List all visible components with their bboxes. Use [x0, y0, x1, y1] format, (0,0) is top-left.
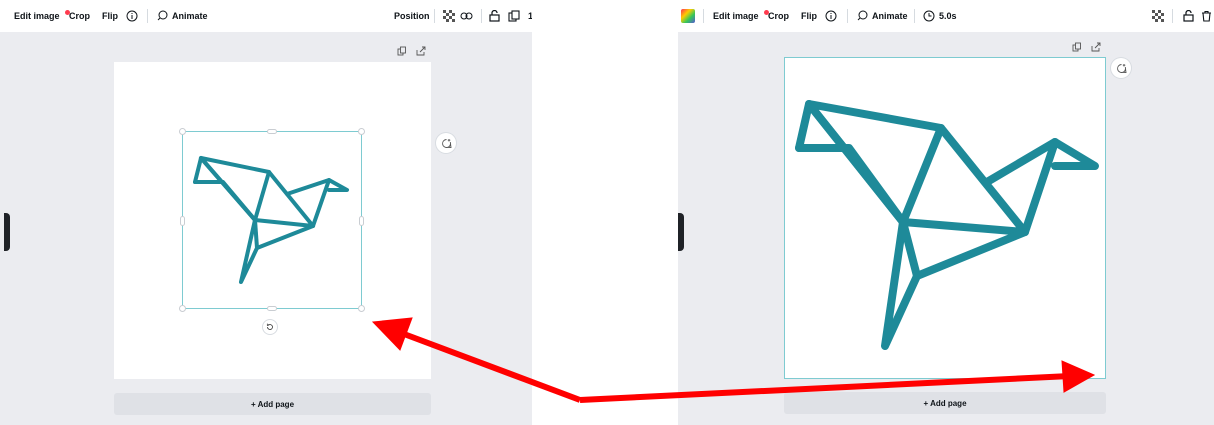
- animate-label: Animate: [872, 11, 908, 21]
- info-icon: [126, 10, 138, 22]
- toolbar-right: Edit image Crop Flip Animate 5.0s: [678, 0, 1214, 32]
- flip-button[interactable]: Flip: [801, 0, 817, 32]
- position-button[interactable]: Position: [394, 0, 430, 32]
- resize-handle-right[interactable]: [359, 216, 364, 226]
- color-picker-icon: [681, 9, 695, 23]
- duration-button[interactable]: 5.0s: [923, 0, 957, 32]
- toolbar-divider: [1172, 9, 1173, 23]
- toolbar-divider: [147, 9, 148, 23]
- editor-panel-right: Edit image Crop Flip Animate 5.0s + Add …: [678, 0, 1214, 425]
- resize-handle-bottom[interactable]: [267, 306, 277, 311]
- animate-icon: [857, 10, 868, 21]
- resize-handle-top[interactable]: [267, 129, 277, 134]
- crop-button[interactable]: Crop: [768, 0, 789, 32]
- resize-handle-bottom-right[interactable]: [358, 305, 365, 312]
- flip-label: Flip: [801, 11, 817, 21]
- color-picker-button[interactable]: [681, 0, 695, 32]
- info-button[interactable]: [126, 0, 138, 32]
- link-button[interactable]: [460, 0, 473, 32]
- editor-panel-left: Edit image Crop Flip Animate Position 1 …: [0, 0, 532, 425]
- toolbar-divider: [481, 9, 482, 23]
- flip-button[interactable]: Flip: [102, 0, 118, 32]
- edit-image-label: Edit image: [713, 11, 759, 21]
- add-page-button[interactable]: + Add page: [114, 393, 431, 415]
- duration-label: 5.0s: [939, 11, 957, 21]
- toolbar-overflow-text: 1: [528, 0, 532, 32]
- flip-label: Flip: [102, 11, 118, 21]
- share-icon[interactable]: [416, 46, 426, 56]
- side-panel-toggle[interactable]: [678, 213, 684, 251]
- transparency-icon: [1152, 10, 1164, 22]
- design-page[interactable]: [114, 62, 431, 379]
- trash-icon: [1202, 10, 1211, 22]
- add-comment-icon: [441, 138, 452, 148]
- toolbar-divider: [434, 9, 435, 23]
- info-icon: [825, 10, 837, 22]
- lock-icon: [489, 10, 500, 22]
- animate-label: Animate: [172, 11, 208, 21]
- duplicate-icon: [508, 10, 520, 22]
- selected-image[interactable]: [179, 128, 365, 312]
- rotate-button[interactable]: [263, 320, 277, 334]
- duplicate-page-icon[interactable]: [397, 46, 407, 56]
- resize-handle-top-left[interactable]: [179, 128, 186, 135]
- animate-icon: [157, 10, 168, 21]
- toolbar-divider: [703, 9, 704, 23]
- comment-button[interactable]: [1111, 58, 1131, 78]
- origami-bird-image: [795, 100, 1099, 350]
- crop-label: Crop: [768, 11, 789, 21]
- info-button[interactable]: [825, 0, 837, 32]
- lock-button[interactable]: [489, 0, 500, 32]
- crop-label: Crop: [69, 11, 90, 21]
- animate-button[interactable]: Animate: [156, 0, 208, 32]
- add-page-label: + Add page: [250, 399, 295, 409]
- resize-handle-bottom-left[interactable]: [179, 305, 186, 312]
- crop-button[interactable]: Crop: [69, 0, 90, 32]
- lock-button[interactable]: [1183, 0, 1194, 32]
- duplicate-button[interactable]: [508, 0, 520, 32]
- add-page-button[interactable]: + Add page: [784, 392, 1106, 414]
- toolbar-divider: [847, 9, 848, 23]
- delete-button[interactable]: [1201, 0, 1212, 32]
- toolbar-divider: [914, 9, 915, 23]
- duplicate-page-icon[interactable]: [1072, 42, 1082, 52]
- canvas-area-right: + Add page: [678, 32, 1214, 425]
- add-page-label: + Add page: [923, 398, 967, 408]
- edit-image-button[interactable]: Edit image: [14, 0, 70, 32]
- origami-bird-image: [193, 156, 349, 284]
- canvas-area-left: + Add page: [0, 32, 532, 425]
- transparency-button[interactable]: [443, 0, 455, 32]
- comment-button[interactable]: [436, 133, 456, 153]
- clock-icon: [923, 10, 935, 22]
- share-icon[interactable]: [1091, 42, 1101, 52]
- animate-button[interactable]: Animate: [856, 0, 908, 32]
- add-comment-icon: [1116, 63, 1127, 73]
- link-icon: [460, 12, 473, 20]
- position-label: Position: [394, 11, 430, 21]
- design-page-selected[interactable]: [784, 57, 1106, 379]
- transparency-button[interactable]: [1152, 0, 1164, 32]
- resize-handle-top-right[interactable]: [358, 128, 365, 135]
- toolbar-left: Edit image Crop Flip Animate Position 1: [0, 0, 532, 32]
- lock-icon: [1183, 10, 1194, 22]
- resize-handle-left[interactable]: [180, 216, 185, 226]
- edit-image-label: Edit image: [14, 11, 60, 21]
- side-panel-toggle[interactable]: [4, 213, 10, 251]
- edit-image-button[interactable]: Edit image: [713, 0, 769, 32]
- rotate-icon: [266, 323, 273, 330]
- transparency-icon: [443, 10, 455, 22]
- toolbar-cut-text: 1: [528, 11, 532, 21]
